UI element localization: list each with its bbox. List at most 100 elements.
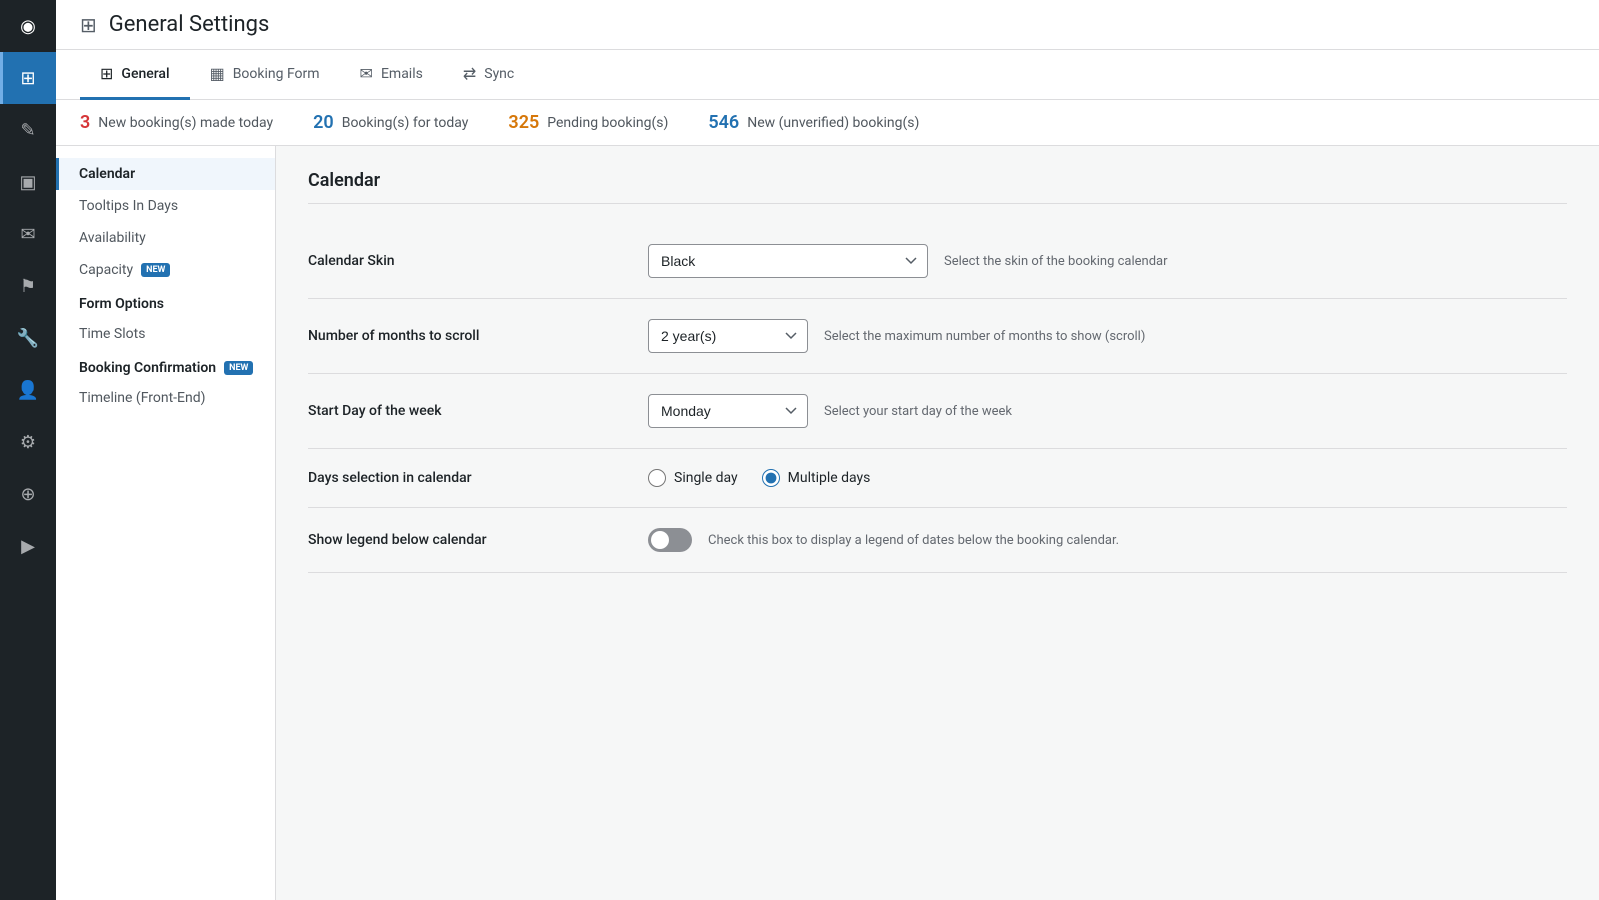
section-title: Calendar (308, 170, 1567, 204)
stat-unverified-bookings: 546 New (unverified) booking(s) (708, 112, 919, 133)
stat-unverified-bookings-number: 546 (708, 112, 739, 133)
radio-single-day[interactable]: Single day (648, 469, 738, 487)
emails-tab-icon: ✉ (360, 64, 373, 83)
tab-sync[interactable]: ⇄ Sync (443, 50, 534, 100)
sidebar-icon-media[interactable]: ▣ (0, 156, 56, 208)
setting-row-calendar-skin: Calendar Skin Black Standard Green Blue … (308, 224, 1567, 299)
nav-form-options-label: Form Options (79, 296, 164, 312)
nav-item-tooltips[interactable]: Tooltips In Days (56, 190, 275, 222)
tools-icon: 🔧 (17, 328, 39, 349)
months-scroll-description: Select the maximum number of months to s… (824, 329, 1145, 344)
stats-bar: 3 New booking(s) made today 20 Booking(s… (56, 100, 1599, 146)
radio-multiple-days[interactable]: Multiple days (762, 469, 871, 487)
tab-booking-form[interactable]: ▦ Booking Form (190, 50, 340, 100)
nav-booking-confirmation-label: Booking Confirmation (79, 360, 216, 376)
months-scroll-control: 1 year(s) 2 year(s) 3 year(s) 5 year(s) … (648, 319, 1567, 353)
stat-today-bookings-number: 20 (313, 112, 334, 133)
plugins-icon: ⊕ (20, 484, 35, 505)
sidebar-icon-users[interactable]: 👤 (0, 364, 56, 416)
show-legend-control: Check this box to display a legend of da… (648, 528, 1567, 552)
show-legend-description: Check this box to display a legend of da… (708, 533, 1119, 548)
sidebar-icon-play[interactable]: ▶ (0, 520, 56, 572)
play-icon: ▶ (21, 536, 35, 557)
start-day-select[interactable]: Monday Sunday Saturday (648, 394, 808, 428)
main-wrapper: ⊞ General Settings ⊞ General ▦ Booking F… (56, 0, 1599, 900)
dashboard-icon: ◉ (20, 16, 36, 37)
days-selection-label: Days selection in calendar (308, 470, 628, 486)
nav-tooltips-label: Tooltips In Days (79, 198, 178, 214)
nav-capacity-wrapper: Capacity NEW (79, 262, 255, 278)
stat-pending-bookings-number: 325 (508, 112, 539, 133)
general-tab-label: General (121, 66, 169, 82)
stat-unverified-bookings-label: New (unverified) booking(s) (747, 115, 919, 131)
settings-icon: ⚙ (20, 432, 36, 453)
months-scroll-label: Number of months to scroll (308, 328, 628, 344)
setting-row-days-selection: Days selection in calendar Single day Mu… (308, 449, 1567, 508)
start-day-control: Monday Sunday Saturday Select your start… (648, 394, 1567, 428)
media-icon: ▣ (19, 172, 36, 193)
sidebar-icon-appearance[interactable]: ⚑ (0, 260, 56, 312)
tab-general[interactable]: ⊞ General (80, 50, 190, 100)
sync-tab-label: Sync (484, 66, 514, 82)
stat-pending-bookings-label: Pending booking(s) (547, 115, 668, 131)
sidebar-icon-settings[interactable]: ⚙ (0, 416, 56, 468)
tabs-bar: ⊞ General ▦ Booking Form ✉ Emails ⇄ Sync (56, 50, 1599, 100)
posts-icon: ✎ (20, 120, 35, 141)
capacity-badge: NEW (141, 263, 170, 277)
header-settings-icon: ⊞ (80, 13, 97, 37)
nav-capacity-label: Capacity (79, 262, 133, 278)
nav-availability-label: Availability (79, 230, 146, 246)
calendar-skin-label: Calendar Skin (308, 253, 628, 269)
show-legend-toggle-wrapper (648, 528, 692, 552)
stat-new-bookings: 3 New booking(s) made today (80, 112, 273, 133)
page-title: General Settings (109, 12, 270, 37)
tab-emails[interactable]: ✉ Emails (340, 50, 443, 100)
calendar-skin-select[interactable]: Black Standard Green Blue (648, 244, 928, 278)
months-scroll-select[interactable]: 1 year(s) 2 year(s) 3 year(s) 5 year(s) (648, 319, 808, 353)
radio-single-day-label: Single day (674, 470, 738, 486)
nav-item-form-options[interactable]: Form Options (56, 286, 275, 318)
days-selection-control: Single day Multiple days (648, 469, 1567, 487)
start-day-description: Select your start day of the week (824, 404, 1012, 419)
booking-confirmation-badge: NEW (224, 361, 253, 375)
show-legend-label: Show legend below calendar (308, 532, 628, 548)
stat-today-bookings: 20 Booking(s) for today (313, 112, 468, 133)
nav-item-time-slots[interactable]: Time Slots (56, 318, 275, 350)
stat-new-bookings-number: 3 (80, 112, 90, 133)
comments-icon: ✉ (20, 224, 35, 245)
calendar-skin-control: Black Standard Green Blue Select the ski… (648, 244, 1567, 278)
sidebar-icon-tools[interactable]: 🔧 (0, 312, 56, 364)
content-area: Calendar Tooltips In Days Availability C… (56, 146, 1599, 900)
nav-item-capacity[interactable]: Capacity NEW (56, 254, 275, 286)
sidebar-icon-plugins[interactable]: ⊕ (0, 468, 56, 520)
nav-item-calendar[interactable]: Calendar (56, 158, 275, 190)
setting-row-show-legend: Show legend below calendar Check this bo… (308, 508, 1567, 573)
sync-tab-icon: ⇄ (463, 64, 476, 83)
appearance-icon: ⚑ (20, 276, 36, 297)
sidebar-icon-plugin[interactable]: ⊞ (0, 52, 56, 104)
sidebar-icon-comments[interactable]: ✉ (0, 208, 56, 260)
show-legend-toggle[interactable] (648, 528, 692, 552)
sidebar-icon-dashboard[interactable]: ◉ (0, 0, 56, 52)
plugin-icon: ⊞ (20, 68, 35, 89)
stat-new-bookings-label: New booking(s) made today (98, 115, 273, 131)
settings-panel: Calendar Calendar Skin Black Standard Gr… (276, 146, 1599, 900)
nav-calendar-label: Calendar (79, 166, 135, 182)
page-header: ⊞ General Settings (56, 0, 1599, 50)
general-tab-icon: ⊞ (100, 64, 113, 83)
nav-item-availability[interactable]: Availability (56, 222, 275, 254)
calendar-skin-description: Select the skin of the booking calendar (944, 254, 1168, 269)
emails-tab-label: Emails (381, 66, 423, 82)
booking-form-tab-label: Booking Form (233, 66, 320, 82)
days-selection-radio-group: Single day Multiple days (648, 469, 870, 487)
nav-item-booking-confirmation[interactable]: Booking Confirmation NEW (56, 350, 275, 382)
nav-item-timeline[interactable]: Timeline (Front-End) (56, 382, 275, 414)
setting-row-start-day: Start Day of the week Monday Sunday Satu… (308, 374, 1567, 449)
users-icon: 👤 (17, 380, 39, 401)
radio-multiple-days-input[interactable] (762, 469, 780, 487)
nav-booking-confirmation-wrapper: Booking Confirmation NEW (79, 360, 255, 376)
stat-today-bookings-label: Booking(s) for today (342, 115, 469, 131)
radio-single-day-input[interactable] (648, 469, 666, 487)
stat-pending-bookings: 325 Pending booking(s) (508, 112, 668, 133)
sidebar-icon-posts[interactable]: ✎ (0, 104, 56, 156)
